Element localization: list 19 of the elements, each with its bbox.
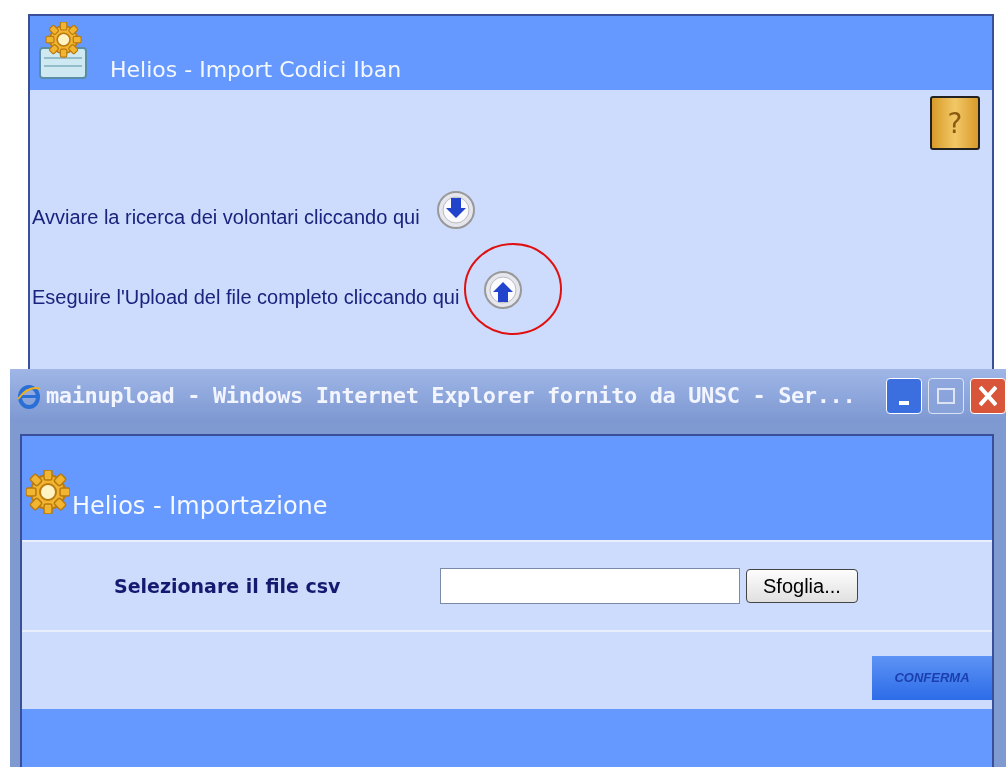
browser-logo-icon: [16, 382, 42, 409]
instruction-text: Eseguire l'Upload del file completo cliccando qui: [32, 284, 460, 309]
page-title: Helios - Importazione: [72, 492, 328, 520]
gear-icon: [26, 470, 70, 514]
field-label: Selezionare il file csv: [114, 575, 342, 597]
confirm-button[interactable]: CONFERMA: [872, 655, 992, 700]
instruction-text: Avviare la ricerca dei volontari cliccando qui: [32, 204, 420, 229]
minimize-button[interactable]: [886, 377, 922, 414]
upload-button[interactable]: [483, 270, 524, 310]
minimize-icon: [899, 400, 909, 405]
close-button[interactable]: [970, 377, 1006, 414]
close-icon: [979, 385, 997, 406]
window-title: mainupload - Windows Internet Explorer fornito da UNSC - Ser...: [46, 383, 857, 408]
maximize-icon: [937, 387, 955, 404]
help-button[interactable]: ?: [930, 96, 980, 150]
page-title: Helios - Import Codici Iban: [110, 57, 402, 82]
file-path-field[interactable]: [440, 568, 740, 604]
browse-button[interactable]: Sfoglia...: [746, 569, 858, 603]
download-button[interactable]: [435, 190, 476, 230]
